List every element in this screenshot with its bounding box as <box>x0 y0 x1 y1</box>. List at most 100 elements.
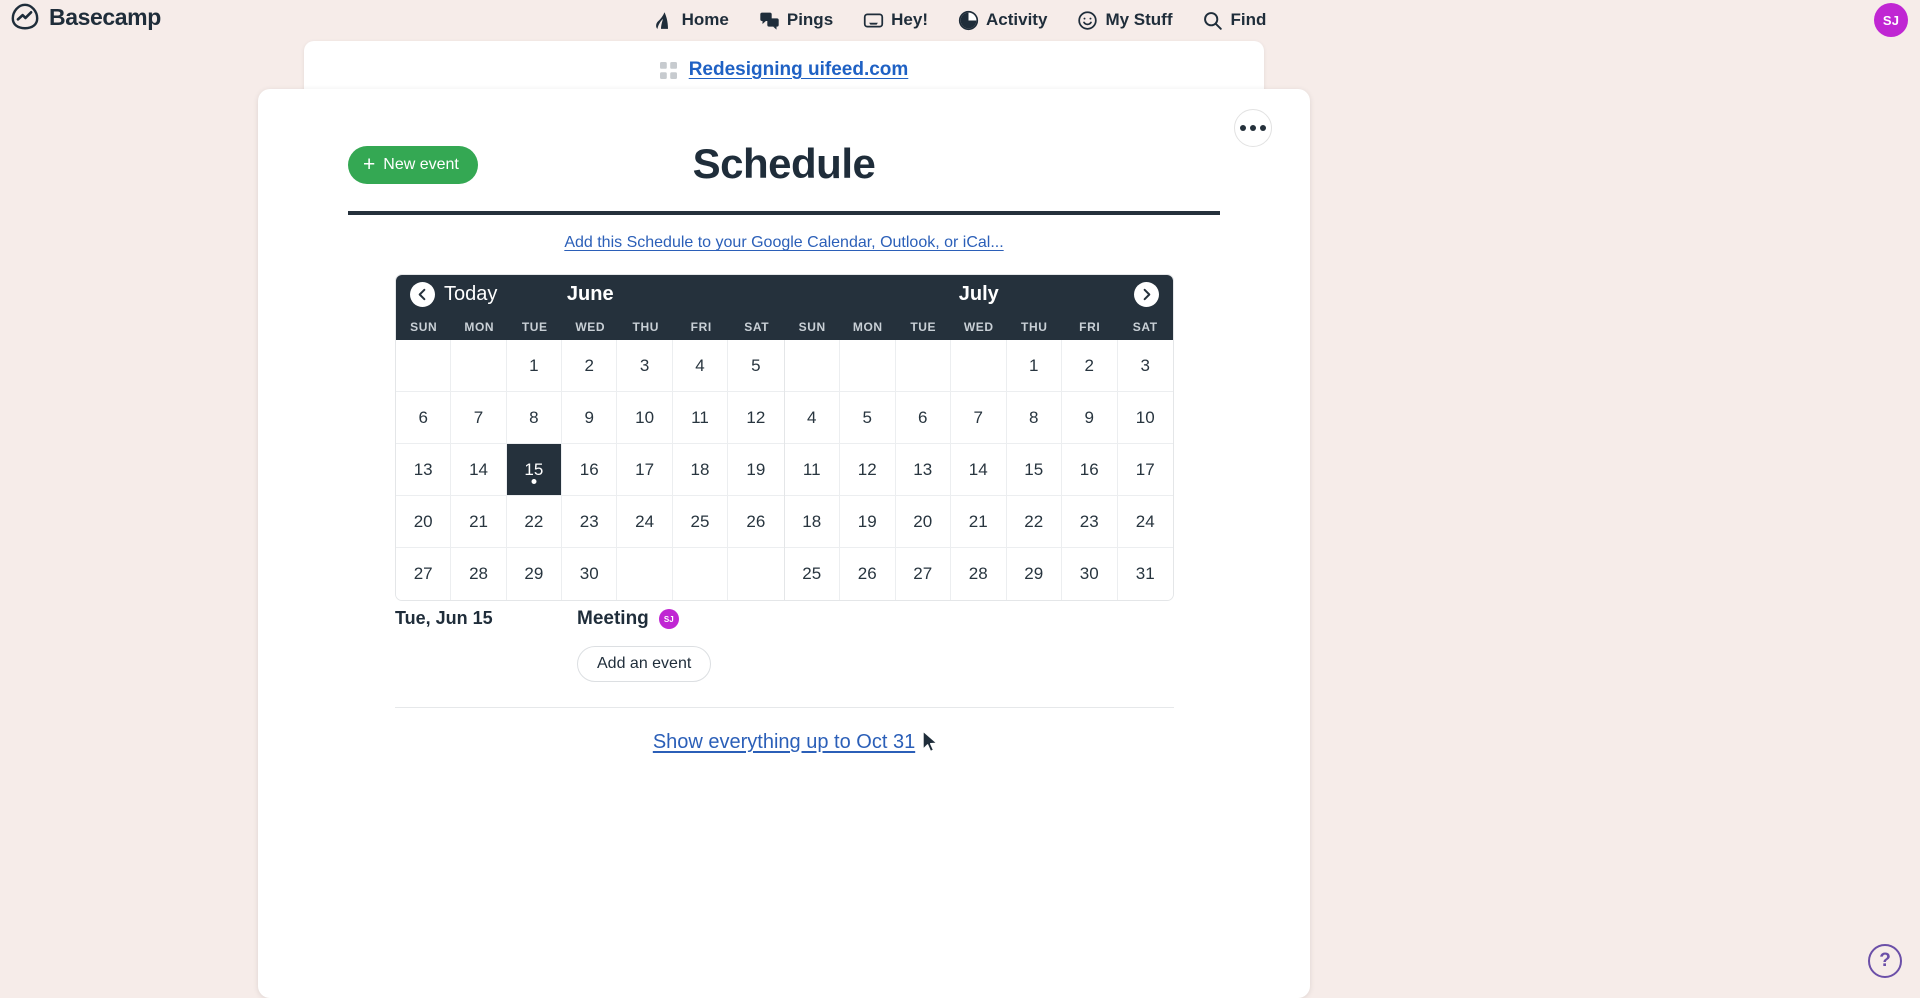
nav-item-activity[interactable]: Activity <box>958 10 1047 31</box>
day-cell-11[interactable]: 11 <box>784 444 840 496</box>
day-cell-9[interactable]: 9 <box>562 392 618 444</box>
weekday-label: FRI <box>690 320 712 334</box>
day-cell-18[interactable]: 18 <box>672 444 729 496</box>
day-cell-29[interactable]: 29 <box>506 548 563 600</box>
chevron-right-icon <box>1139 287 1154 302</box>
smiley-face-icon <box>1077 10 1098 31</box>
day-cell-19[interactable]: 19 <box>840 496 896 548</box>
month-grid-july: 1 2 3 4 5 6 7 8 9 10 11 12 13 14 15 16 17 18 19 20 21 22 23 24 2… <box>784 340 1173 600</box>
day-cell-9[interactable]: 9 <box>1062 392 1118 444</box>
day-cell-30[interactable]: 30 <box>1062 548 1118 600</box>
day-cell-3[interactable]: 3 <box>617 340 673 392</box>
day-cell-28[interactable]: 28 <box>951 548 1007 600</box>
day-cell-5[interactable]: 5 <box>840 392 896 444</box>
day-cell-17[interactable]: 17 <box>617 444 673 496</box>
nav-item-pings[interactable]: Pings <box>759 10 833 31</box>
day-cell-18[interactable]: 18 <box>784 496 840 548</box>
day-cell-20[interactable]: 20 <box>895 496 951 548</box>
day-cell-10[interactable]: 10 <box>617 392 673 444</box>
day-cell-16[interactable]: 16 <box>1062 444 1118 496</box>
help-button[interactable]: ? <box>1868 944 1902 978</box>
calendar-widget: Today June SUN MON TUE WED THU FRI SAT J… <box>395 274 1174 601</box>
weekday-label: SUN <box>798 320 826 334</box>
day-cell-21[interactable]: 21 <box>951 496 1007 548</box>
weekday-label: TUE <box>521 320 548 334</box>
day-cell-23[interactable]: 23 <box>562 496 618 548</box>
day-cell-12[interactable]: 12 <box>840 444 896 496</box>
add-an-event-button[interactable]: Add an event <box>577 646 712 682</box>
day-cell-1[interactable]: 1 <box>506 340 563 392</box>
day-cell-empty <box>451 340 507 392</box>
day-cell-10[interactable]: 10 <box>1117 392 1173 444</box>
day-cell-27[interactable]: 27 <box>895 548 951 600</box>
show-everything-link[interactable]: Show everything up to Oct 31 <box>258 731 1310 754</box>
nav-item-home[interactable]: Home <box>654 10 729 31</box>
search-icon <box>1202 10 1223 31</box>
day-cell-11[interactable]: 11 <box>672 392 729 444</box>
day-cell-22[interactable]: 22 <box>506 496 563 548</box>
day-cell-21[interactable]: 21 <box>451 496 507 548</box>
weekday-row-july: SUN MON TUE WED THU FRI SAT <box>785 320 1174 334</box>
day-cell-2[interactable]: 2 <box>562 340 618 392</box>
day-cell-13[interactable]: 13 <box>895 444 951 496</box>
day-cell-7[interactable]: 7 <box>451 392 507 444</box>
ellipsis-icon <box>1240 125 1246 131</box>
day-cell-12[interactable]: 12 <box>728 392 784 444</box>
day-cell-7[interactable]: 7 <box>951 392 1007 444</box>
breadcrumb-project-link[interactable]: Redesigning uifeed.com <box>689 59 909 81</box>
day-cell-29[interactable]: 29 <box>1006 548 1062 600</box>
event-details: Meeting SJ Add an event <box>577 604 1174 682</box>
day-cell-30[interactable]: 30 <box>562 548 618 600</box>
day-cell-14[interactable]: 14 <box>451 444 507 496</box>
event-title[interactable]: Meeting <box>577 608 649 630</box>
next-month-button[interactable] <box>1134 282 1159 307</box>
day-cell-3[interactable]: 3 <box>1117 340 1173 392</box>
month-label-july: July <box>958 283 999 305</box>
day-cell-20[interactable]: 20 <box>396 496 452 548</box>
day-cell-27[interactable]: 27 <box>396 548 452 600</box>
day-cell-23[interactable]: 23 <box>1062 496 1118 548</box>
day-cell-28[interactable]: 28 <box>451 548 507 600</box>
weekday-label: SAT <box>1132 320 1158 334</box>
event-attendee-avatar[interactable]: SJ <box>658 609 679 629</box>
day-cell-31[interactable]: 31 <box>1117 548 1173 600</box>
weekday-label: SUN <box>410 320 438 334</box>
subscribe-calendar-link[interactable]: Add this Schedule to your Google Calenda… <box>258 234 1310 252</box>
nav-links: Home Pings Hey! Activity My Stuff Find <box>0 0 1920 40</box>
day-cell-15[interactable]: 15 <box>1006 444 1062 496</box>
day-cell-4[interactable]: 4 <box>672 340 729 392</box>
day-cell-5[interactable]: 5 <box>728 340 784 392</box>
day-cell-25[interactable]: 25 <box>784 548 840 600</box>
day-cell-empty <box>951 340 1007 392</box>
day-cell-22[interactable]: 22 <box>1006 496 1062 548</box>
day-cell-25[interactable]: 25 <box>672 496 729 548</box>
day-cell-6[interactable]: 6 <box>895 392 951 444</box>
day-cell-13[interactable]: 13 <box>396 444 452 496</box>
nav-item-label: Find <box>1230 10 1267 29</box>
day-cell-empty <box>396 340 452 392</box>
day-cell-1[interactable]: 1 <box>1006 340 1062 392</box>
nav-item-hey[interactable]: Hey! <box>863 10 928 31</box>
day-cell-16[interactable]: 16 <box>562 444 618 496</box>
day-cell-8[interactable]: 8 <box>506 392 563 444</box>
day-cell-today-15[interactable]: 15 <box>506 444 563 496</box>
nav-item-find[interactable]: Find <box>1202 10 1266 31</box>
event-title-row: Meeting SJ <box>577 604 1174 634</box>
day-cell-17[interactable]: 17 <box>1117 444 1173 496</box>
more-options-button[interactable] <box>1234 109 1272 147</box>
day-cell-19[interactable]: 19 <box>728 444 784 496</box>
calendar-header: Today June SUN MON TUE WED THU FRI SAT J… <box>396 275 1173 340</box>
day-cell-2[interactable]: 2 <box>1062 340 1118 392</box>
day-cell-24[interactable]: 24 <box>617 496 673 548</box>
event-indicator-dot <box>531 479 537 484</box>
day-cell-6[interactable]: 6 <box>396 392 452 444</box>
page-header: + New event Schedule <box>348 140 1220 216</box>
day-cell-24[interactable]: 24 <box>1117 496 1173 548</box>
day-cell-4[interactable]: 4 <box>784 392 840 444</box>
day-cell-26[interactable]: 26 <box>728 496 784 548</box>
day-cell-26[interactable]: 26 <box>840 548 896 600</box>
user-avatar[interactable]: SJ <box>1874 3 1908 37</box>
nav-item-my-stuff[interactable]: My Stuff <box>1077 10 1172 31</box>
day-cell-8[interactable]: 8 <box>1006 392 1062 444</box>
day-cell-14[interactable]: 14 <box>951 444 1007 496</box>
